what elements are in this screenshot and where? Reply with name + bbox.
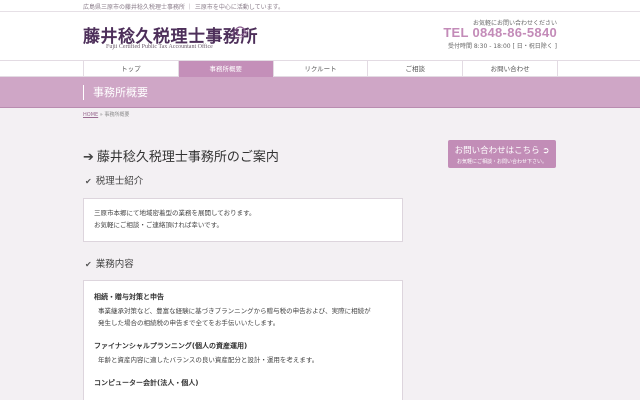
page-title-text: 藤井稔久税理士事務所のご案内: [96, 150, 279, 165]
intro-line: 三原市本郷にて地域密着型の業務を展開しております。: [94, 209, 256, 217]
phone-number[interactable]: TEL 0848-86-5840: [443, 25, 557, 40]
page-title: ➔ 藤井稔久税理士事務所のご案内: [83, 146, 279, 165]
page-banner: 事務所概要: [0, 77, 640, 108]
check-icon: ✔: [85, 177, 92, 186]
service-text: 発生した場合の相続税の申告まで全てをお手伝いいたします。: [98, 319, 280, 327]
logo-swirl-icon: [231, 26, 249, 39]
service-text: 年齢と資産内容に適したバランスの良い資産配分と設計・運用を考えます。: [98, 356, 319, 364]
breadcrumb: HOME » 事務所概要: [83, 111, 129, 118]
service-title: 相続・贈与対策と申告: [94, 293, 164, 301]
nav-item-recruit[interactable]: リクルート: [272, 61, 368, 77]
service-title: ファイナンシャルプランニング(個人の資産運用): [94, 342, 248, 350]
services-box: 相続・贈与対策と申告 事業継承対策など、豊富な経験に基づきプランニングから贈与税…: [83, 280, 403, 400]
contact-cta-button[interactable]: お問い合わせはこちら ➲ お気軽にご相談・お問い合わせ下さい。: [448, 140, 556, 168]
section-heading-text: 税理士紹介: [95, 176, 144, 187]
section-heading-services: ✔ 業務内容: [85, 256, 134, 270]
section-heading-text: 業務内容: [95, 259, 134, 270]
contact-cta-title: お問い合わせはこちら: [454, 146, 540, 156]
section-heading-tax-accountant: ✔ 税理士紹介: [85, 173, 143, 187]
arrow-right-icon: ➔: [83, 150, 94, 165]
contact-cta-subtitle: お気軽にご相談・お問い合わせ下さい。: [457, 159, 547, 165]
service-title: コンピューター会計(法人・個人): [94, 379, 199, 387]
intro-line: お気軽にご相談・ご連絡頂ければ幸いです。: [94, 221, 224, 229]
nav-item-consultation[interactable]: ご相談: [367, 61, 462, 77]
nav-item-contact[interactable]: お問い合わせ: [462, 61, 558, 77]
main-nav: トップ 事務所概要 リクルート ご相談 お問い合わせ: [0, 60, 640, 77]
check-icon: ✔: [85, 260, 92, 269]
site-header: 藤井稔久税理士事務所 Fujii Certified Public Tax Ac…: [0, 12, 640, 60]
intro-box: 三原市本郷にて地域密着型の業務を展開しております。 お気軽にご相談・ご連絡頂けれ…: [83, 198, 403, 242]
service-text: 事業継承対策など、豊富な経験に基づきプランニングから贈与税の申告および、実際に相…: [98, 307, 371, 315]
business-hours: 受付時間 8:30 - 18:00 [ 日・祝日除く ]: [447, 43, 557, 50]
logo-subtitle: Fujii Certified Public Tax Accountant Of…: [106, 44, 213, 50]
site-tagline: 広島県三原市の藤井稔久税理士事務所 ｜ 三原市を中心に活動しています。: [83, 4, 285, 11]
banner-title: 事務所概要: [83, 85, 148, 100]
top-bar: 広島県三原市の藤井稔久税理士事務所 ｜ 三原市を中心に活動しています。: [0, 0, 640, 12]
nav-item-office-overview[interactable]: 事務所概要: [177, 61, 273, 77]
breadcrumb-current: 事務所概要: [104, 112, 130, 118]
breadcrumb-home-link[interactable]: HOME: [83, 112, 98, 118]
circle-arrow-icon: ➲: [542, 146, 550, 156]
nav-item-top[interactable]: トップ: [83, 61, 178, 77]
